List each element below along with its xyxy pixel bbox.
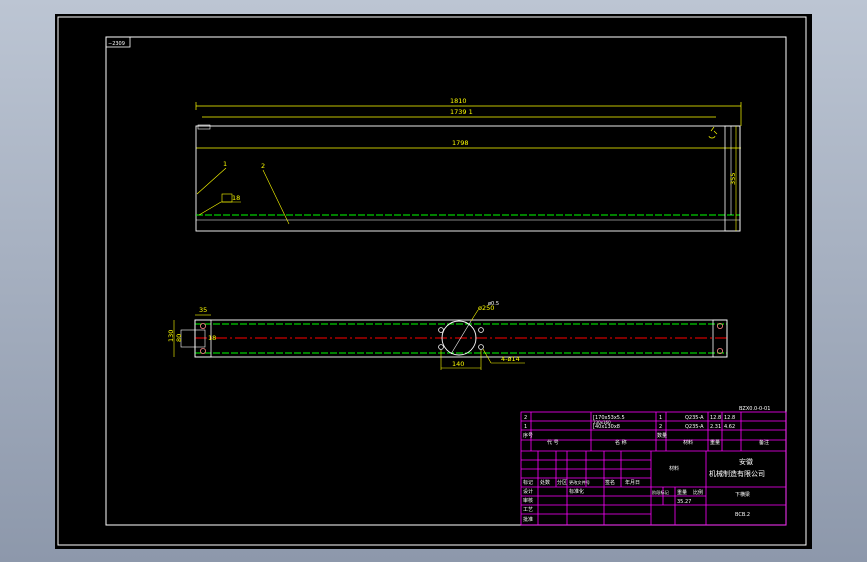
part-name: 下横梁 xyxy=(735,491,750,498)
company-line2: 机械制造有限公司 xyxy=(709,469,765,478)
sign-label: 工艺 xyxy=(523,507,533,513)
rev-label: 处数 xyxy=(540,479,550,486)
title-block xyxy=(520,411,787,526)
plan-end-plate-right xyxy=(712,319,728,358)
stage-label: 阶段标记 xyxy=(652,489,670,496)
drawing-no: BZX0.0-0-01 xyxy=(739,406,770,412)
part-code: BCB.2 xyxy=(735,512,750,518)
parts-note: 230x160 xyxy=(593,420,611,425)
company-line1: 安徽 xyxy=(739,457,753,466)
code-box-text: −2309 xyxy=(108,41,125,47)
hole-note-leader xyxy=(482,348,492,364)
part-row-cell: 2 xyxy=(659,424,662,430)
header-cell: 序号 xyxy=(523,432,533,439)
part-row-cell: 1 xyxy=(659,415,662,421)
leader-1: 1 xyxy=(223,160,227,168)
flange-hole xyxy=(438,344,444,350)
plan-view: ø250 ø0.5 140 4-ø14 35 130 80 18 xyxy=(167,301,728,370)
sign-label: 批准 xyxy=(523,516,533,523)
dim-inner-height: 80 xyxy=(175,334,183,342)
header-cell: 材料 xyxy=(683,439,693,446)
part-row-cell: 4.62 xyxy=(724,424,735,430)
outer-frame xyxy=(57,16,807,546)
plan-left-bracket xyxy=(180,329,206,348)
rev-label: 签名 xyxy=(605,479,615,486)
weld-symbol-box xyxy=(221,193,233,203)
part-row-cell: 12.8 xyxy=(724,415,735,421)
elevation-view: 1810 1739 1 1798 355 1 2 18 xyxy=(195,97,742,232)
dim-small2: ø0.5 xyxy=(488,301,499,307)
title-block-frame xyxy=(520,411,787,526)
dim-middle: 1739 1 xyxy=(450,108,473,116)
part-row-cell: 2.31 xyxy=(710,424,721,430)
dim-height: 355 xyxy=(729,173,737,185)
leader-line-1 xyxy=(196,167,227,195)
rev-label: 标记 xyxy=(523,479,533,486)
part-row-cell: Q235-A xyxy=(685,424,704,430)
dim-overall: 1810 xyxy=(450,97,467,105)
leader-line-2 xyxy=(262,169,290,225)
stage-label: 比例 xyxy=(693,489,703,496)
flange-diameter xyxy=(450,320,472,355)
leader-2: 2 xyxy=(261,162,265,170)
part-row-cell: Q235-A xyxy=(685,415,704,421)
sign-label: 设计 xyxy=(523,488,533,495)
cad-viewport[interactable]: −2309 1810 1739 1 1798 355 1 2 18 ø250 ø… xyxy=(55,14,812,549)
bolt-hole xyxy=(199,347,206,354)
part-row-cell: 1 xyxy=(524,424,527,430)
header-cell: 代 号 xyxy=(547,439,559,446)
rev-label: 分区 xyxy=(557,479,567,486)
weld-leader xyxy=(198,201,222,216)
part-row-cell: 12.8 xyxy=(710,415,721,421)
part-row-cell: 2 xyxy=(524,415,527,421)
dim-total-height: 130 xyxy=(167,330,175,342)
right-weld-mark xyxy=(708,126,718,139)
weight-value: 35.27 xyxy=(677,499,691,505)
flange-hole xyxy=(438,327,444,333)
dim-inner: 1798 xyxy=(452,139,469,147)
title-block-text: BZX0.0-0-01 2 [170x53x5.5 1 Q235-A 12.8 … xyxy=(523,406,770,523)
weld-symbol: 18 xyxy=(232,194,240,202)
header-cell: 备注 xyxy=(759,439,769,446)
dim-small: 18 xyxy=(208,334,216,342)
plan-outline xyxy=(194,319,728,358)
header-cell: 重量 xyxy=(710,439,720,446)
header-cell: 数量 xyxy=(657,432,667,439)
rev-label: 年月日 xyxy=(625,479,640,486)
flange-hole xyxy=(478,327,484,333)
dim-bolt-spacing: 140 xyxy=(452,360,464,368)
hole-note: 4-ø14 xyxy=(501,355,520,363)
dim-left-width: 35 xyxy=(199,306,207,314)
cad-drawing: −2309 1810 1739 1 1798 355 1 2 18 ø250 ø… xyxy=(57,16,807,546)
inner-frame xyxy=(105,36,787,526)
header-cell: 名 称 xyxy=(615,439,627,446)
material-label: 材料 xyxy=(669,465,679,472)
stage-label: 重量 xyxy=(677,489,687,496)
sign-label: 标准化 xyxy=(569,488,584,495)
rev-label: 更改文件号 xyxy=(569,479,590,486)
flange-hole xyxy=(478,344,484,350)
sign-label: 审核 xyxy=(523,497,533,504)
bolt-hole xyxy=(199,322,206,329)
